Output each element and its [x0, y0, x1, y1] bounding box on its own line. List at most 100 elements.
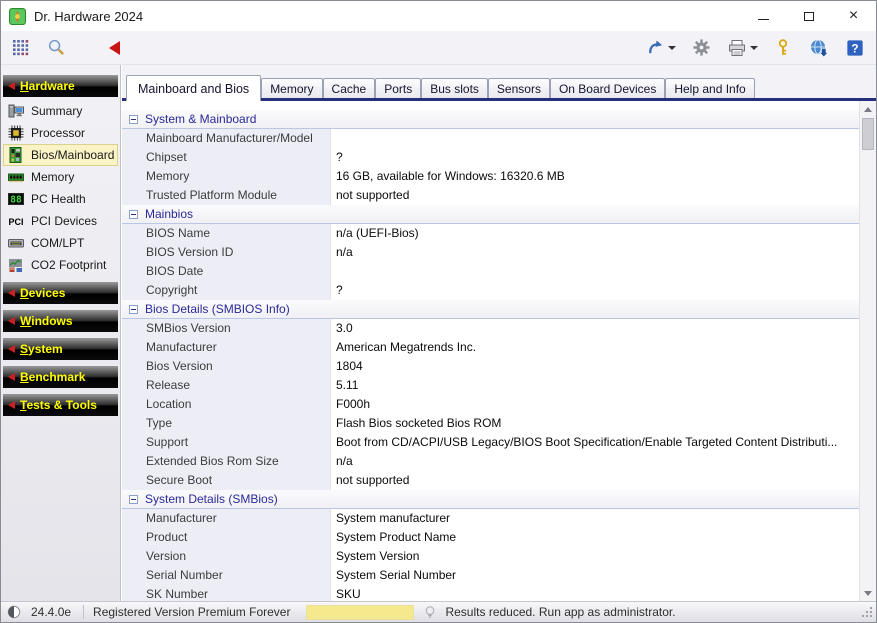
- web-update-icon[interactable]: [808, 37, 830, 59]
- table-row[interactable]: ManufacturerSystem manufacturer: [122, 509, 859, 528]
- window-controls: ×: [741, 1, 876, 31]
- scroll-down-button[interactable]: [860, 585, 876, 601]
- table-row[interactable]: ManufacturerAmerican Megatrends Inc.: [122, 338, 859, 357]
- table-row[interactable]: SMBios Version3.0: [122, 319, 859, 338]
- row-label: Chipset: [122, 148, 331, 167]
- sidebar-item-summary[interactable]: Summary: [3, 100, 118, 122]
- tab-label: Help and Info: [674, 82, 745, 96]
- section-header-system-mainboard: System & Mainboard: [122, 110, 859, 129]
- tab-cache[interactable]: Cache: [323, 78, 376, 98]
- summary-icon: [8, 103, 25, 120]
- collapse-icon[interactable]: [129, 115, 138, 124]
- back-arrow-icon[interactable]: [103, 37, 125, 59]
- table-row[interactable]: SK NumberSKU: [122, 585, 859, 601]
- table-row[interactable]: BIOS Date: [122, 262, 859, 281]
- table-row[interactable]: VersionSystem Version: [122, 547, 859, 566]
- sidebar-item-label: PCI Devices: [31, 214, 97, 228]
- sidebar-item-label: COM/LPT: [31, 236, 84, 250]
- table-row[interactable]: Extended Bios Rom Sizen/a: [122, 452, 859, 471]
- sidebar-section-hardware[interactable]: Hardware: [3, 75, 118, 97]
- table-row[interactable]: Copyright?: [122, 281, 859, 300]
- toolbar: ?: [1, 31, 876, 65]
- scroll-up-button[interactable]: [860, 101, 876, 117]
- row-value: System Product Name: [331, 528, 859, 547]
- sidebar-item-bios-mainboard[interactable]: Bios/Mainboard: [3, 144, 118, 166]
- sidebar-item-label: PC Health: [31, 192, 86, 206]
- tab-help-and-info[interactable]: Help and Info: [665, 78, 754, 98]
- mainboard-icon: [8, 147, 25, 164]
- sidebar-section-benchmark[interactable]: Benchmark: [3, 366, 118, 388]
- contrast-circle-icon: [7, 605, 21, 619]
- help-icon[interactable]: ?: [844, 37, 866, 59]
- section-title: System & Mainboard: [145, 112, 256, 126]
- refresh-button[interactable]: [644, 37, 676, 59]
- scroll-down-icon: [864, 591, 872, 596]
- table-row[interactable]: TypeFlash Bios socketed Bios ROM: [122, 414, 859, 433]
- table-row[interactable]: Bios Version1804: [122, 357, 859, 376]
- license-key-icon[interactable]: [772, 37, 794, 59]
- search-icon[interactable]: [45, 37, 67, 59]
- sidebar-section-system[interactable]: System: [3, 338, 118, 360]
- row-label: Bios Version: [122, 357, 331, 376]
- refresh-dropdown-caret[interactable]: [668, 46, 676, 50]
- minimize-button[interactable]: [741, 1, 786, 31]
- row-label: Manufacturer: [122, 338, 331, 357]
- version-text: 24.4.0e: [31, 605, 71, 619]
- sidebar-section-devices[interactable]: Devices: [3, 282, 118, 304]
- tab-label: On Board Devices: [559, 82, 656, 96]
- table-row[interactable]: ProductSystem Product Name: [122, 528, 859, 547]
- toolbar-right: ?: [644, 37, 866, 59]
- sidebar-section-tests-tools[interactable]: Tests & Tools: [3, 394, 118, 416]
- table-row[interactable]: Memory16 GB, available for Windows: 1632…: [122, 167, 859, 186]
- table-row[interactable]: Chipset?: [122, 148, 859, 167]
- tab-ports[interactable]: Ports: [375, 78, 421, 98]
- sidebar-item-com-lpt[interactable]: COM/LPT: [3, 232, 118, 254]
- table-row[interactable]: Release5.11: [122, 376, 859, 395]
- apps-grid-icon[interactable]: [9, 37, 31, 59]
- table-row[interactable]: BIOS Version IDn/a: [122, 243, 859, 262]
- tab-mainboard-and-bios[interactable]: Mainboard and Bios: [126, 75, 261, 101]
- row-value: n/a: [331, 243, 859, 262]
- row-label: Secure Boot: [122, 471, 331, 490]
- print-button[interactable]: [726, 37, 758, 59]
- row-label: Product: [122, 528, 331, 547]
- sidebar-section-windows[interactable]: Windows: [3, 310, 118, 332]
- row-label: Copyright: [122, 281, 331, 300]
- tab-bus-slots[interactable]: Bus slots: [421, 78, 488, 98]
- sidebar-item-processor[interactable]: Processor: [3, 122, 118, 144]
- tab-on-board-devices[interactable]: On Board Devices: [550, 78, 665, 98]
- settings-gear-icon[interactable]: [690, 37, 712, 59]
- table-row[interactable]: Mainboard Manufacturer/Model: [122, 129, 859, 148]
- maximize-button[interactable]: [786, 1, 831, 31]
- row-value: not supported: [331, 186, 859, 205]
- sidebar-item-pci-devices[interactable]: PCIPCI Devices: [3, 210, 118, 232]
- table-row[interactable]: Trusted Platform Modulenot supported: [122, 186, 859, 205]
- tab-sensors[interactable]: Sensors: [488, 78, 550, 98]
- vertical-scrollbar[interactable]: [859, 101, 876, 601]
- table-row[interactable]: BIOS Namen/a (UEFI-Bios): [122, 224, 859, 243]
- table-row[interactable]: Serial NumberSystem Serial Number: [122, 566, 859, 585]
- scrollbar-thumb[interactable]: [862, 118, 874, 150]
- row-label: BIOS Name: [122, 224, 331, 243]
- section-title: Bios Details (SMBIOS Info): [145, 302, 290, 316]
- section-arrow-icon: [8, 345, 15, 353]
- app-window: Dr. Hardware 2024 ×: [0, 0, 877, 623]
- table-row[interactable]: LocationF000h: [122, 395, 859, 414]
- collapse-icon[interactable]: [129, 305, 138, 314]
- resize-grip[interactable]: [861, 606, 874, 619]
- section-arrow-icon: [8, 401, 15, 409]
- print-dropdown-caret[interactable]: [750, 46, 758, 50]
- tab-memory[interactable]: Memory: [261, 78, 322, 98]
- sidebar-item-memory[interactable]: Memory: [3, 166, 118, 188]
- sidebar-item-label: Bios/Mainboard: [31, 148, 114, 162]
- tab-label: Bus slots: [430, 82, 479, 96]
- collapse-icon[interactable]: [129, 210, 138, 219]
- collapse-icon[interactable]: [129, 495, 138, 504]
- row-value: SKU: [331, 585, 859, 601]
- sidebar-item-co2-footprint[interactable]: CO2 Footprint: [3, 254, 118, 276]
- table-row[interactable]: SupportBoot from CD/ACPI/USB Legacy/BIOS…: [122, 433, 859, 452]
- close-button[interactable]: ×: [831, 1, 876, 31]
- sidebar-item-pc-health[interactable]: 88PC Health: [3, 188, 118, 210]
- table-row[interactable]: Secure Bootnot supported: [122, 471, 859, 490]
- tab-label: Sensors: [497, 82, 541, 96]
